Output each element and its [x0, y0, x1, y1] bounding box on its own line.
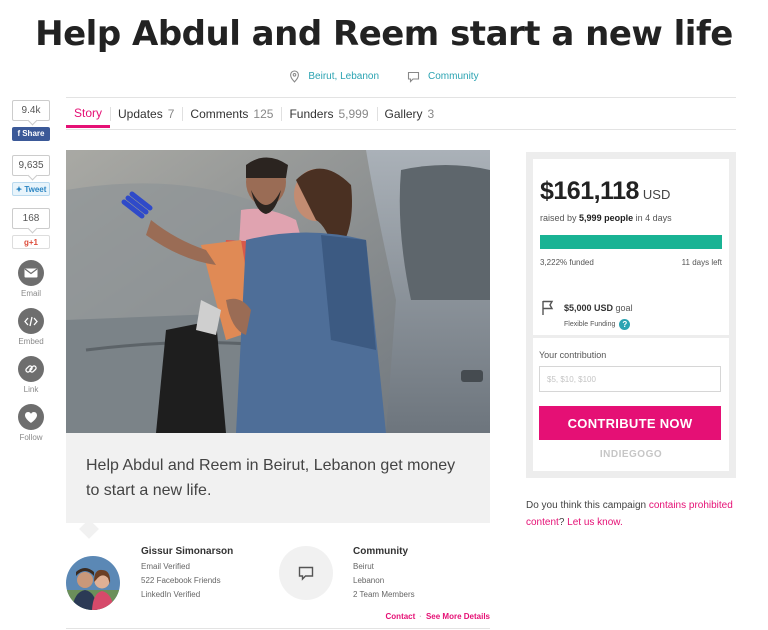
section-divider — [66, 628, 490, 629]
tab-label: Updates — [118, 107, 163, 121]
tab-funders[interactable]: Funders 5,999 — [281, 100, 376, 128]
category-text: Community — [428, 71, 479, 82]
page-title: Help Abdul and Reem start a new life — [35, 14, 733, 54]
community-avatar — [279, 546, 333, 600]
community-country: Lebanon — [353, 576, 385, 585]
owner-name[interactable]: Gissur Simonarson — [141, 546, 233, 557]
twitter-count: 9,635 — [12, 155, 50, 176]
tab-label: Comments — [190, 107, 249, 121]
amount-raised-value: $161,118 — [540, 177, 639, 205]
owner-links: Contact · See More Details — [386, 612, 490, 621]
raised-by-prefix: raised by — [540, 213, 577, 223]
funding-progress-fill — [540, 235, 722, 249]
code-icon — [18, 308, 44, 334]
goal-amount: $5,000 USD — [564, 303, 614, 313]
funding-summary-card: $161,118 USD raised by 5,999 people in 4 … — [533, 159, 729, 335]
link-separator: · — [419, 612, 422, 621]
funding-goal: $5,000 USD goal — [564, 303, 633, 313]
tab-label: Gallery — [384, 107, 423, 121]
help-question-icon[interactable]: ? — [619, 319, 631, 330]
let-us-know-link[interactable]: Let us know. — [567, 517, 623, 528]
category-link[interactable]: Community — [407, 70, 479, 83]
owner-email-verified: Email Verified — [141, 562, 190, 571]
contribute-now-button[interactable]: CONTRIBUTE NOW — [539, 406, 721, 440]
location-link[interactable]: Beirut, Lebanon — [289, 70, 379, 83]
community-city: Beirut — [353, 562, 374, 571]
goal-flag-icon — [540, 299, 557, 321]
indiegogo-logo: INDIEGOGO — [599, 449, 663, 460]
campaign-photo[interactable] — [66, 150, 490, 433]
amount-currency: USD — [642, 187, 671, 202]
contribution-label: Your contribution — [539, 350, 607, 360]
tab-comments[interactable]: Comments 125 — [182, 100, 281, 128]
campaign-tagline: Help Abdul and Reem in Beirut, Lebanon g… — [66, 433, 490, 523]
gplus-button[interactable]: g+1 — [12, 235, 50, 249]
owner-facebook-friends: 522 Facebook Friends — [141, 576, 221, 585]
tab-story[interactable]: Story — [66, 100, 111, 128]
facebook-share-label: Share — [22, 129, 45, 138]
funder-count: 5,999 people — [579, 213, 634, 223]
contribution-amount-input[interactable] — [539, 366, 721, 392]
share-column: 9.4k f Share 9,635 ✦ Tweet 168 g+1 Email E… — [10, 100, 52, 442]
funding-type: Flexible Funding? — [564, 319, 631, 330]
owner-avatar[interactable] — [66, 556, 120, 610]
facebook-icon: f — [17, 129, 21, 138]
email-share[interactable]: Email — [10, 260, 52, 298]
location-text: Beirut, Lebanon — [308, 71, 380, 82]
tab-count: 7 — [167, 107, 175, 121]
gplus-label: g+1 — [23, 238, 38, 247]
funding-progress-bar — [540, 235, 722, 249]
raised-by-duration: in 4 days — [635, 213, 672, 223]
campaign-owner-section: Gissur Simonarson Email Verified 522 Fac… — [66, 540, 490, 625]
report-middle: ? — [558, 517, 565, 528]
owner-linkedin-verified: LinkedIn Verified — [141, 590, 201, 599]
link-share[interactable]: Link — [10, 356, 52, 394]
follow-label: Follow — [19, 433, 43, 442]
email-label: Email — [20, 289, 41, 298]
embed-label: Embed — [18, 337, 44, 346]
tab-label: Funders — [289, 107, 334, 121]
facebook-count: 9.4k — [12, 100, 50, 121]
funding-panel: $161,118 USD raised by 5,999 people in 4 … — [526, 152, 736, 478]
goal-word: goal — [615, 303, 633, 313]
tweet-button[interactable]: ✦ Tweet — [12, 182, 50, 196]
campaign-meta: Beirut, Lebanon Community — [0, 70, 768, 83]
funding-type-label: Flexible Funding — [564, 321, 616, 328]
contribution-card: Your contribution CONTRIBUTE NOW INDIEGO… — [533, 338, 729, 471]
tab-count: 5,999 — [338, 107, 369, 121]
tab-label: Story — [74, 105, 103, 120]
email-icon — [18, 260, 44, 286]
gplus-count: 168 — [12, 208, 50, 229]
tab-count: 3 — [427, 107, 435, 121]
speech-bubble-icon — [298, 566, 314, 581]
header-divider — [66, 97, 736, 98]
tab-updates[interactable]: Updates 7 — [110, 100, 182, 128]
link-label: Link — [23, 385, 39, 394]
tab-count: 125 — [253, 107, 274, 121]
raised-by-line: raised by 5,999 people in 4 days — [540, 213, 672, 223]
heart-icon — [18, 404, 44, 430]
speech-bubble-icon — [407, 71, 420, 83]
link-icon — [18, 356, 44, 382]
community-name[interactable]: Community — [353, 546, 408, 557]
twitter-bird-icon: ✦ — [15, 185, 23, 194]
facebook-share-button[interactable]: f Share — [12, 127, 50, 141]
campaign-photo-image — [66, 150, 490, 433]
contact-link[interactable]: Contact — [386, 612, 416, 621]
community-team-members: 2 Team Members — [353, 590, 415, 599]
tweet-label: Tweet — [24, 185, 47, 194]
tab-gallery[interactable]: Gallery 3 — [376, 100, 443, 128]
embed-share[interactable]: Embed — [10, 308, 52, 346]
see-more-details-link[interactable]: See More Details — [426, 612, 490, 621]
percent-funded: 3,222% funded — [540, 258, 594, 267]
campaign-tabs: Story Updates 7 Comments 125 Funders 5,999 … — [66, 100, 736, 130]
days-left: 11 days left — [681, 258, 722, 267]
amount-raised: $161,118 USD — [540, 177, 670, 206]
report-campaign-notice: Do you think this campaign contains proh… — [526, 497, 741, 531]
location-pin-icon — [290, 70, 300, 83]
report-prefix: Do you think this campaign — [526, 500, 647, 511]
follow-button[interactable]: Follow — [10, 404, 52, 442]
